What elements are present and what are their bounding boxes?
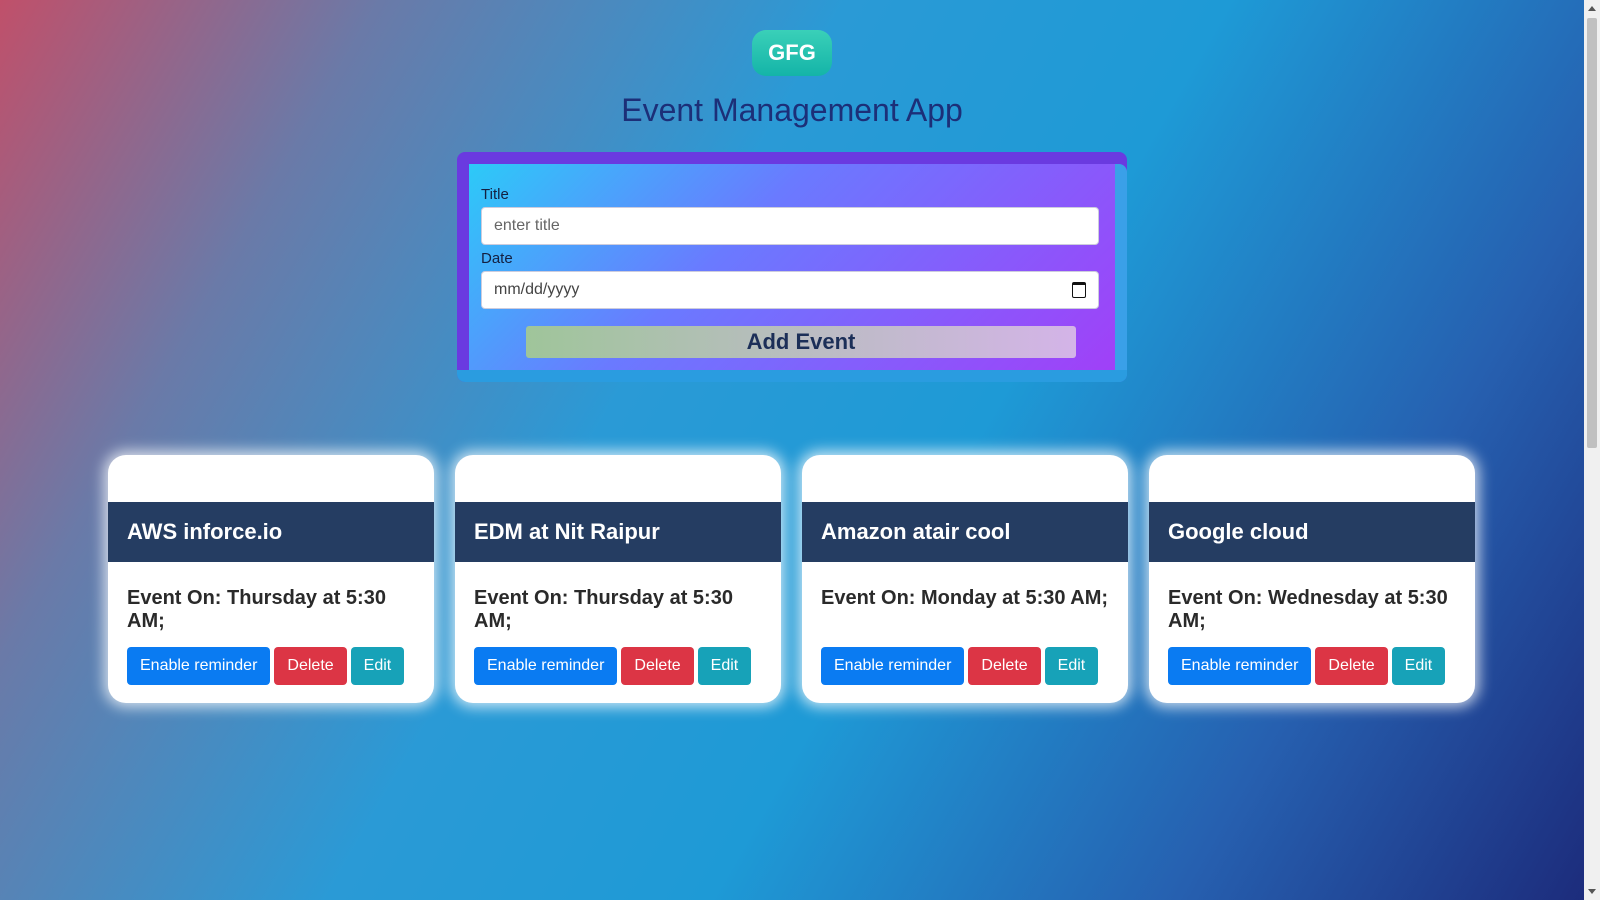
edit-button[interactable]: Edit bbox=[1391, 647, 1446, 685]
event-card: EDM at Nit Raipur Event On: Thursday at … bbox=[455, 455, 781, 703]
form-panel: Title Date mm/dd/yyyy Add Event bbox=[469, 164, 1115, 370]
enable-reminder-button[interactable]: Enable reminder bbox=[1168, 647, 1312, 685]
form-frame-right bbox=[1115, 164, 1127, 382]
event-actions: Enable reminder Delete Edit bbox=[1168, 647, 1446, 685]
enable-reminder-button[interactable]: Enable reminder bbox=[821, 647, 965, 685]
title-label: Title bbox=[481, 186, 509, 203]
date-placeholder: mm/dd/yyyy bbox=[494, 281, 580, 298]
delete-button[interactable]: Delete bbox=[968, 647, 1041, 685]
add-event-button[interactable]: Add Event bbox=[526, 326, 1076, 358]
date-label: Date bbox=[481, 250, 513, 267]
scroll-up-arrow-icon[interactable] bbox=[1588, 6, 1596, 11]
delete-button[interactable]: Delete bbox=[1315, 647, 1388, 685]
event-form: Title Date mm/dd/yyyy Add Event bbox=[457, 152, 1127, 382]
event-title: AWS inforce.io bbox=[108, 502, 434, 562]
event-actions: Enable reminder Delete Edit bbox=[127, 647, 405, 685]
vertical-scrollbar[interactable] bbox=[1584, 0, 1600, 900]
event-card: Google cloud Event On: Wednesday at 5:30… bbox=[1149, 455, 1475, 703]
title-input[interactable] bbox=[481, 207, 1099, 245]
event-date-text: Event On: Monday at 5:30 AM; bbox=[821, 587, 1109, 609]
form-frame-bottom bbox=[457, 370, 1127, 382]
enable-reminder-button[interactable]: Enable reminder bbox=[474, 647, 618, 685]
event-title: Google cloud bbox=[1149, 502, 1475, 562]
edit-button[interactable]: Edit bbox=[1044, 647, 1099, 685]
event-title: Amazon atair cool bbox=[802, 502, 1128, 562]
event-title: EDM at Nit Raipur bbox=[455, 502, 781, 562]
scroll-down-arrow-icon[interactable] bbox=[1588, 889, 1596, 894]
delete-button[interactable]: Delete bbox=[621, 647, 694, 685]
event-actions: Enable reminder Delete Edit bbox=[821, 647, 1099, 685]
date-input[interactable]: mm/dd/yyyy bbox=[481, 271, 1099, 309]
edit-button[interactable]: Edit bbox=[350, 647, 405, 685]
event-date-text: Event On: Thursday at 5:30 AM; bbox=[127, 587, 386, 632]
page-title: Event Management App bbox=[621, 92, 963, 128]
event-actions: Enable reminder Delete Edit bbox=[474, 647, 752, 685]
event-card: AWS inforce.io Event On: Thursday at 5:3… bbox=[108, 455, 434, 703]
enable-reminder-button[interactable]: Enable reminder bbox=[127, 647, 271, 685]
event-date-text: Event On: Wednesday at 5:30 AM; bbox=[1168, 587, 1448, 632]
delete-button[interactable]: Delete bbox=[274, 647, 347, 685]
event-card: Amazon atair cool Event On: Monday at 5:… bbox=[802, 455, 1128, 703]
gfg-logo: GFG bbox=[752, 30, 832, 76]
calendar-icon[interactable] bbox=[1072, 282, 1086, 298]
scroll-thumb[interactable] bbox=[1587, 18, 1597, 448]
edit-button[interactable]: Edit bbox=[697, 647, 752, 685]
event-date-text: Event On: Thursday at 5:30 AM; bbox=[474, 587, 733, 632]
app-page: GFG Event Management App Title Date mm/d… bbox=[0, 0, 1584, 900]
event-card-list: AWS inforce.io Event On: Thursday at 5:3… bbox=[108, 455, 1478, 705]
